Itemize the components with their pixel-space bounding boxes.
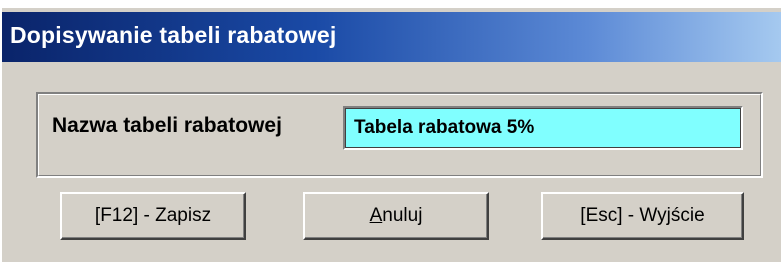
title-bar[interactable]: Dopisywanie tabeli rabatowej [2,12,781,62]
cancel-label-rest: nuluj [382,205,423,226]
table-name-label: Nazwa tabeli rabatowej [52,114,282,137]
cancel-button[interactable]: Anuluj [303,192,489,240]
exit-button[interactable]: [Esc] - Wyjście [541,192,744,240]
cancel-accesskey: A [369,205,383,226]
window-title: Dopisywanie tabeli rabatowej [10,22,337,48]
table-name-input[interactable] [343,106,743,150]
save-button[interactable]: [F12] - Zapisz [60,192,246,240]
